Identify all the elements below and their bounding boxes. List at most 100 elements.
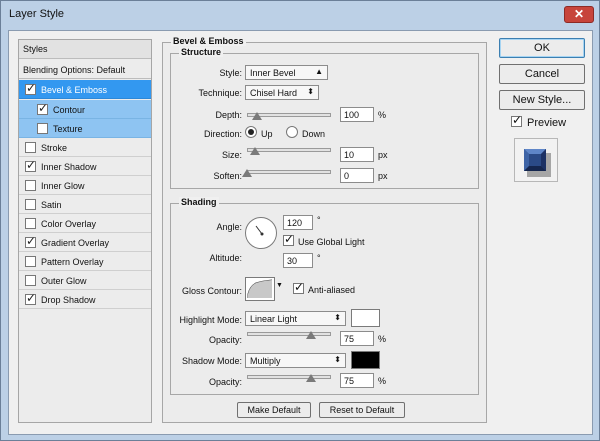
anti-aliased-label: Anti-aliased [308, 285, 356, 295]
highlight-opacity-track[interactable] [247, 332, 331, 336]
pattern-overlay-checkbox[interactable] [25, 256, 36, 267]
depth-input[interactable]: 100 [340, 107, 374, 122]
cancel-button[interactable]: Cancel [499, 64, 585, 84]
style-dropdown[interactable]: Inner Bevel ▲ [245, 65, 328, 80]
styles-list: Styles Blending Options: Default ✓ Bevel… [18, 39, 152, 423]
inner-shadow-checkbox[interactable]: ✓ [25, 159, 36, 172]
preview-checkbox[interactable]: ✓ [511, 114, 522, 127]
style-item-label: Drop Shadow [41, 295, 96, 305]
depth-slider-thumb[interactable] [252, 112, 262, 120]
style-item-outer-glow[interactable]: Outer Glow [19, 271, 151, 290]
depth-unit: % [378, 110, 387, 120]
style-item-bevel-emboss[interactable]: ✓ Bevel & Emboss [19, 80, 151, 99]
bevel-emboss-checkbox[interactable]: ✓ [25, 82, 36, 95]
make-default-button[interactable]: Make Default [237, 402, 311, 418]
color-overlay-checkbox[interactable] [25, 218, 36, 229]
style-item-stroke[interactable]: Stroke [19, 138, 151, 157]
contour-checkbox[interactable]: ✓ [37, 102, 48, 115]
style-item-contour[interactable]: ✓ Contour [19, 100, 151, 119]
soften-unit: px [378, 171, 388, 181]
technique-dropdown-value: Chisel Hard [250, 88, 298, 98]
highlight-color-swatch[interactable] [351, 309, 380, 327]
altitude-input[interactable]: 30 [283, 253, 313, 268]
direction-up-label: Up [261, 129, 273, 139]
altitude-label: Altitude: [209, 253, 242, 263]
highlight-opacity-unit: % [378, 334, 387, 344]
texture-checkbox[interactable] [37, 123, 48, 134]
soften-label: Soften: [213, 171, 242, 181]
contour-dropdown-icon[interactable]: ▼ [276, 282, 283, 289]
window-title: Layer Style [9, 8, 65, 20]
direction-up-radio[interactable] [245, 126, 257, 138]
style-item-label: Inner Shadow [41, 162, 97, 172]
blending-options-item[interactable]: Blending Options: Default [19, 60, 151, 79]
outer-glow-checkbox[interactable] [25, 275, 36, 286]
gloss-contour-preview[interactable] [245, 277, 275, 301]
style-item-color-overlay[interactable]: Color Overlay [19, 214, 151, 233]
highlight-opacity-input[interactable]: 75 [340, 331, 374, 346]
chevron-down-icon: ▲ [315, 67, 323, 76]
style-item-inner-shadow[interactable]: ✓ Inner Shadow [19, 157, 151, 176]
shadow-opacity-track[interactable] [247, 375, 331, 379]
drop-shadow-checkbox[interactable]: ✓ [25, 292, 36, 305]
shading-title: Shading [179, 197, 219, 207]
style-item-label: Bevel & Emboss [41, 85, 108, 95]
shadow-opacity-input[interactable]: 75 [340, 373, 374, 388]
soften-input[interactable]: 0 [340, 168, 374, 183]
direction-down-label: Down [302, 129, 326, 139]
depth-label: Depth: [215, 110, 242, 120]
highlight-mode-value: Linear Light [250, 314, 298, 324]
technique-dropdown[interactable]: Chisel Hard ⬍ [245, 85, 319, 100]
close-button[interactable]: ✕ [564, 6, 594, 23]
style-item-label: Color Overlay [41, 219, 97, 229]
angle-unit: ° [317, 215, 321, 225]
style-item-label: Outer Glow [41, 276, 87, 286]
ok-button[interactable]: OK [499, 38, 585, 58]
style-item-label: Satin [41, 200, 62, 210]
direction-down-radio[interactable] [286, 126, 298, 138]
style-item-label: Gradient Overlay [41, 238, 110, 248]
chevron-down-icon: ⬍ [307, 87, 314, 96]
use-global-light-label: Use Global Light [298, 237, 365, 247]
use-global-light-checkbox[interactable]: ✓ [283, 233, 294, 246]
shadow-color-swatch[interactable] [351, 351, 380, 369]
style-item-pattern-overlay[interactable]: Pattern Overlay [19, 252, 151, 271]
style-item-drop-shadow[interactable]: ✓ Drop Shadow [19, 290, 151, 309]
new-style-button[interactable]: New Style... [499, 90, 585, 110]
shadow-opacity-thumb[interactable] [306, 374, 316, 382]
style-item-texture[interactable]: Texture [19, 119, 151, 138]
stroke-checkbox[interactable] [25, 142, 36, 153]
style-preview [514, 138, 558, 182]
style-item-inner-glow[interactable]: Inner Glow [19, 176, 151, 195]
layer-style-dialog: Layer Style ✕ Styles Blending Options: D… [0, 0, 600, 441]
gradient-overlay-checkbox[interactable]: ✓ [25, 235, 36, 248]
chevron-down-icon: ⬍ [334, 313, 341, 322]
style-item-satin[interactable]: Satin [19, 195, 151, 214]
shadow-mode-value: Multiply [250, 356, 281, 366]
highlight-mode-dropdown[interactable]: Linear Light ⬍ [245, 311, 346, 326]
size-unit: px [378, 150, 388, 160]
angle-dial[interactable] [245, 217, 277, 249]
highlight-mode-label: Highlight Mode: [179, 315, 242, 325]
gloss-contour-label: Gloss Contour: [181, 286, 242, 296]
angle-input[interactable]: 120 [283, 215, 313, 230]
shadow-mode-dropdown[interactable]: Multiply ⬍ [245, 353, 346, 368]
inner-glow-checkbox[interactable] [25, 180, 36, 191]
soften-slider-track[interactable] [247, 170, 331, 174]
contour-curve-icon [247, 279, 273, 298]
style-label: Style: [219, 68, 242, 78]
highlight-opacity-label: Opacity: [208, 335, 242, 345]
size-slider-thumb[interactable] [250, 147, 260, 155]
styles-header[interactable]: Styles [19, 40, 151, 59]
preview-label: Preview [527, 117, 567, 129]
style-item-label: Stroke [41, 143, 68, 153]
anti-aliased-checkbox[interactable]: ✓ [293, 281, 304, 294]
style-item-gradient-overlay[interactable]: ✓ Gradient Overlay [19, 233, 151, 252]
reset-to-default-button[interactable]: Reset to Default [319, 402, 405, 418]
style-item-label: Texture [53, 124, 83, 134]
soften-slider-thumb[interactable] [242, 169, 252, 177]
size-input[interactable]: 10 [340, 147, 374, 162]
shadow-mode-label: Shadow Mode: [181, 356, 242, 366]
highlight-opacity-thumb[interactable] [306, 331, 316, 339]
satin-checkbox[interactable] [25, 199, 36, 210]
